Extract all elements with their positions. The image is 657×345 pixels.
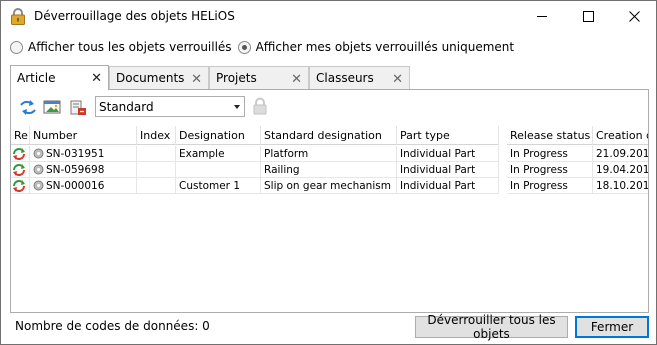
column-header-index[interactable]: Index [137, 126, 176, 145]
minimize-button[interactable] [519, 1, 565, 32]
release-status-cell: In Progress [507, 146, 593, 162]
locked-objects-grid: Re Number Index Designation Standard des… [11, 126, 648, 198]
radio-show-mine-label[interactable]: Afficher mes objets verrouillés uniqueme… [256, 40, 515, 54]
record-count-label: Nombre de codes de données: 0 [15, 319, 210, 333]
close-button[interactable]: Fermer [575, 316, 649, 338]
refresh-status-icon [13, 179, 25, 192]
part-type-cell: Individual Part [397, 178, 499, 194]
radio-show-all-label[interactable]: Afficher tous les objets verrouillés [28, 40, 232, 54]
table-row[interactable]: SN-031951 Example Platform Individual Pa… [11, 146, 648, 162]
lock-disabled-icon [253, 97, 267, 115]
column-header-creation-date[interactable]: Creation d [593, 126, 648, 145]
window-title: Déverrouillage des objets HELiOS [34, 9, 235, 23]
column-header-re[interactable]: Re [11, 126, 30, 145]
grid-header: Re Number Index Designation Standard des… [11, 126, 648, 145]
minimize-icon [536, 16, 547, 17]
number-cell: SN-000016 [30, 178, 137, 194]
release-status-cell: In Progress [507, 178, 593, 194]
standard-designation-cell: Slip on gear mechanism [261, 178, 397, 194]
column-header-designation[interactable]: Designation [176, 126, 261, 145]
tab-projets-label: Projets [216, 71, 257, 85]
part-icon [33, 148, 44, 159]
tab-close-icon[interactable]: ✕ [392, 72, 403, 87]
tab-documents-label: Documents [116, 71, 185, 85]
creation-date-cell: 18.10.2018 [593, 178, 648, 194]
unlock-all-button[interactable]: Déverrouiller tous les objets [415, 313, 568, 341]
part-icon [33, 164, 44, 175]
view-select[interactable]: Standard [95, 96, 245, 117]
tab-strip: Article ✕ Documents ✕ Projets ✕ Classeur… [10, 65, 410, 90]
creation-date-cell: 19.04.2018 [593, 162, 648, 178]
tab-projets[interactable]: Projets ✕ [209, 66, 309, 89]
column-header-standard-designation[interactable]: Standard designation [261, 126, 397, 145]
tab-article[interactable]: Article ✕ [10, 65, 109, 90]
index-cell [137, 162, 176, 178]
state-cell [11, 146, 30, 162]
number-cell: SN-031951 [30, 146, 137, 162]
tab-close-icon[interactable]: ✕ [291, 72, 302, 87]
table-row[interactable]: SN-000016 Customer 1 Slip on gear mechan… [11, 178, 648, 194]
maximize-button[interactable] [565, 1, 611, 32]
dialog-window: Déverrouillage des objets HELiOS Affiche… [0, 0, 657, 345]
part-icon [33, 180, 44, 191]
image-window-icon[interactable] [43, 99, 61, 116]
designation-cell: Example [176, 146, 261, 162]
filter-radio-group: Afficher tous les objets verrouillés Aff… [10, 39, 520, 55]
radio-show-mine[interactable] [237, 40, 251, 54]
standard-designation-cell: Platform [261, 146, 397, 162]
view-select-value: Standard [99, 99, 154, 114]
tab-documents[interactable]: Documents ✕ [109, 66, 209, 89]
tab-article-label: Article [17, 71, 56, 85]
tab-close-icon[interactable]: ✕ [91, 71, 102, 86]
column-header-number[interactable]: Number [30, 126, 137, 145]
tab-classeurs[interactable]: Classeurs ✕ [309, 66, 410, 89]
maximize-icon [582, 11, 594, 22]
object-report-icon[interactable] [69, 99, 87, 116]
designation-cell [176, 162, 261, 178]
refresh-sync-icon[interactable] [19, 99, 37, 116]
standard-designation-cell: Railing [261, 162, 397, 178]
refresh-status-icon [13, 147, 25, 160]
creation-date-cell: 21.09.2018 [593, 146, 648, 162]
state-cell [11, 162, 30, 178]
number-cell: SN-059698 [30, 162, 137, 178]
padlock-icon [11, 8, 25, 25]
column-header-release-status[interactable]: Release status [507, 126, 593, 145]
state-cell [11, 178, 30, 194]
index-cell [137, 178, 176, 194]
tab-close-icon[interactable]: ✕ [191, 72, 202, 87]
tab-content-panel: Standard Re Number Index Designation Sta… [10, 89, 649, 313]
close-window-button[interactable] [611, 1, 657, 32]
part-type-cell: Individual Part [397, 146, 499, 162]
column-header-part-type[interactable]: Part type [397, 126, 499, 145]
refresh-status-icon [13, 163, 25, 176]
close-icon [628, 11, 640, 22]
release-status-cell: In Progress [507, 162, 593, 178]
table-row[interactable]: SN-059698 Railing Individual Part In Pro… [11, 162, 648, 178]
part-type-cell: Individual Part [397, 162, 499, 178]
tab-classeurs-label: Classeurs [316, 71, 374, 85]
designation-cell: Customer 1 [176, 178, 261, 194]
title-bar: Déverrouillage des objets HELiOS [1, 1, 656, 32]
chevron-down-icon [234, 105, 240, 109]
index-cell [137, 146, 176, 162]
radio-show-all[interactable] [10, 40, 23, 54]
